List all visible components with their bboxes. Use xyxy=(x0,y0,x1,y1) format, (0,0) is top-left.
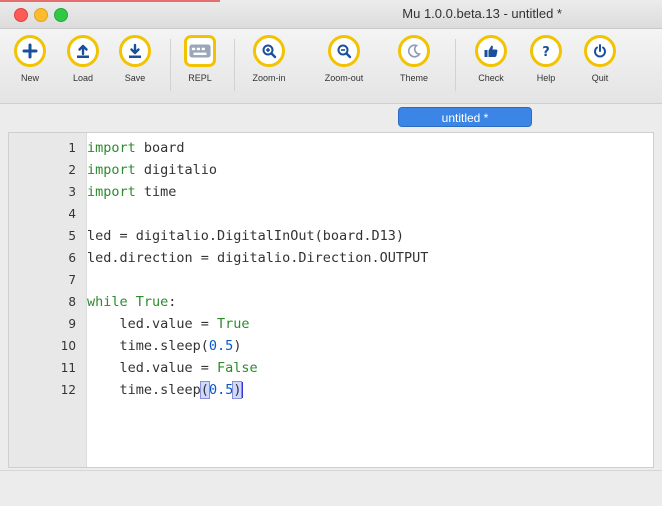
code-line: import time xyxy=(87,184,177,200)
line-number: 12 xyxy=(60,383,76,397)
window-title: Mu 1.0.0.beta.13 - untitled * xyxy=(402,6,562,21)
line-number: 5 xyxy=(68,229,76,243)
check-label: Check xyxy=(478,73,504,83)
zoom-in-icon xyxy=(253,35,285,67)
plus-icon xyxy=(14,35,46,67)
zoom-out-button[interactable]: Zoom-out xyxy=(316,35,372,83)
code-line: led.direction = digitalio.Direction.OUTP… xyxy=(87,250,429,266)
code-line: while True: xyxy=(87,294,177,310)
moon-icon xyxy=(398,35,430,67)
line-number: 6 xyxy=(68,251,76,265)
line-number: 7 xyxy=(68,273,76,287)
code-line: time.sleep(0.5) xyxy=(87,381,244,399)
line-number-gutter: 1 2 3 4 5 6 7 8 9 10 11 12 xyxy=(9,133,87,467)
repl-button[interactable]: REPL xyxy=(172,35,228,83)
zoom-in-label: Zoom-in xyxy=(252,73,286,83)
quit-button[interactable]: Quit xyxy=(572,35,628,83)
code-line: led.value = True xyxy=(87,316,250,332)
code-line: led = digitalio.DigitalInOut(board.D13) xyxy=(87,228,404,244)
code-line: led.value = False xyxy=(87,360,258,376)
status-bar xyxy=(0,470,662,506)
new-label: New xyxy=(20,73,39,83)
keyboard-icon xyxy=(184,35,216,67)
line-number: 1 xyxy=(68,141,76,155)
save-button[interactable]: Save xyxy=(107,35,163,83)
toolbar-separator xyxy=(234,39,235,91)
theme-label: Theme xyxy=(399,73,428,83)
load-button[interactable]: Load xyxy=(55,35,111,83)
toolbar: New Load Save REPL Zoom-in Zoom-out Them… xyxy=(0,29,662,104)
quit-label: Quit xyxy=(591,73,609,83)
code-editor[interactable]: 1 2 3 4 5 6 7 8 9 10 11 12 import board … xyxy=(8,132,654,468)
code-line: import digitalio xyxy=(87,162,218,178)
save-label: Save xyxy=(124,73,146,83)
repl-label: REPL xyxy=(188,73,212,83)
question-icon: ? xyxy=(530,35,562,67)
upload-icon xyxy=(67,35,99,67)
zoom-out-icon xyxy=(328,35,360,67)
title-accent xyxy=(0,0,220,2)
svg-text:?: ? xyxy=(542,45,550,59)
check-button[interactable]: Check xyxy=(463,35,519,83)
tab-untitled[interactable]: untitled * xyxy=(398,107,532,127)
code-line: import board xyxy=(87,140,185,156)
theme-button[interactable]: Theme xyxy=(386,35,442,83)
help-label: Help xyxy=(536,73,556,83)
toolbar-separator xyxy=(455,39,456,91)
thumbs-up-icon xyxy=(475,35,507,67)
mu-editor-window: Mu 1.0.0.beta.13 - untitled * New Load S… xyxy=(0,0,662,506)
toolbar-separator xyxy=(170,39,171,91)
line-number: 11 xyxy=(60,361,76,375)
line-number: 8 xyxy=(68,295,76,309)
line-number: 2 xyxy=(68,163,76,177)
code-line: time.sleep(0.5) xyxy=(87,338,242,354)
tab-bar: untitled * xyxy=(0,104,662,128)
zoom-in-button[interactable]: Zoom-in xyxy=(241,35,297,83)
line-number: 9 xyxy=(68,317,76,331)
download-icon xyxy=(119,35,151,67)
load-label: Load xyxy=(72,73,94,83)
power-icon xyxy=(584,35,616,67)
new-button[interactable]: New xyxy=(2,35,58,83)
zoom-out-label: Zoom-out xyxy=(324,73,364,83)
line-number: 3 xyxy=(68,185,76,199)
line-number: 4 xyxy=(68,207,76,221)
title-bar: Mu 1.0.0.beta.13 - untitled * xyxy=(0,0,662,29)
line-number: 10 xyxy=(60,339,76,353)
help-button[interactable]: ? Help xyxy=(518,35,574,83)
text-caret xyxy=(242,382,244,398)
